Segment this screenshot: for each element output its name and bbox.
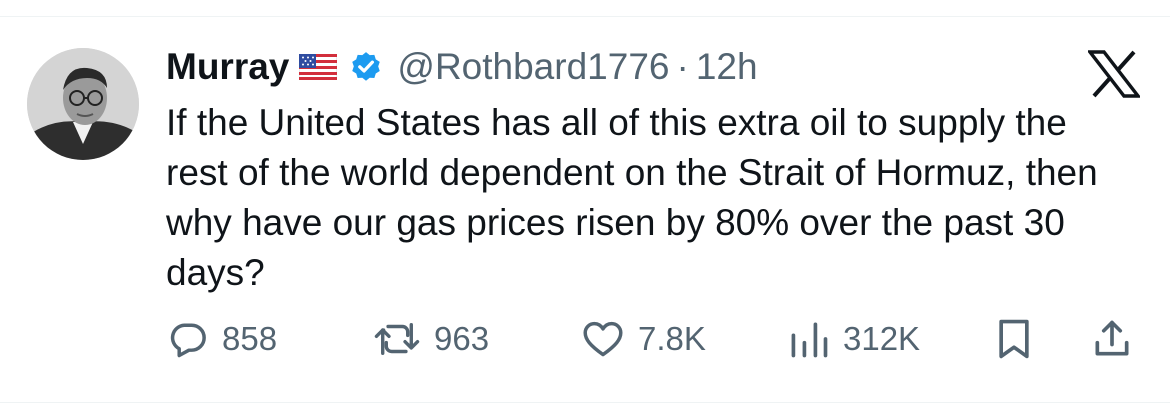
reply-icon [170,323,206,358]
views-count: 312K [843,320,921,357]
share-icon [1095,320,1129,356]
user-handle[interactable]: @Rothbard1776 [397,46,669,88]
us-flag-icon [299,54,338,80]
like-button[interactable]: 7.8K [580,314,706,364]
avatar[interactable] [27,48,139,160]
views-button[interactable]: 312K [787,314,920,364]
reply-button[interactable]: 858 [166,314,277,364]
avatar-portrait [27,48,139,160]
share-button[interactable] [1090,314,1134,364]
repost-count: 963 [434,320,490,357]
heart-icon [583,321,623,357]
bookmark-button[interactable] [994,314,1034,364]
bottom-divider [0,402,1170,403]
tweet-text: If the United States has all of this ext… [166,102,1098,293]
tweet-header: Murray @Rothbard1776 · 12h [166,42,758,92]
x-logo-icon[interactable] [1088,50,1140,98]
display-name[interactable]: Murray [166,46,289,88]
repost-button[interactable]: 963 [372,314,489,364]
views-icon [791,322,828,358]
verified-badge-icon[interactable] [349,50,383,84]
top-divider [0,16,1170,17]
like-count: 7.8K [638,320,706,357]
repost-icon [374,323,420,355]
reply-count: 858 [222,320,278,357]
timestamp[interactable]: 12h [696,46,758,88]
bookmark-icon [999,319,1029,359]
separator-dot: · [676,46,689,87]
